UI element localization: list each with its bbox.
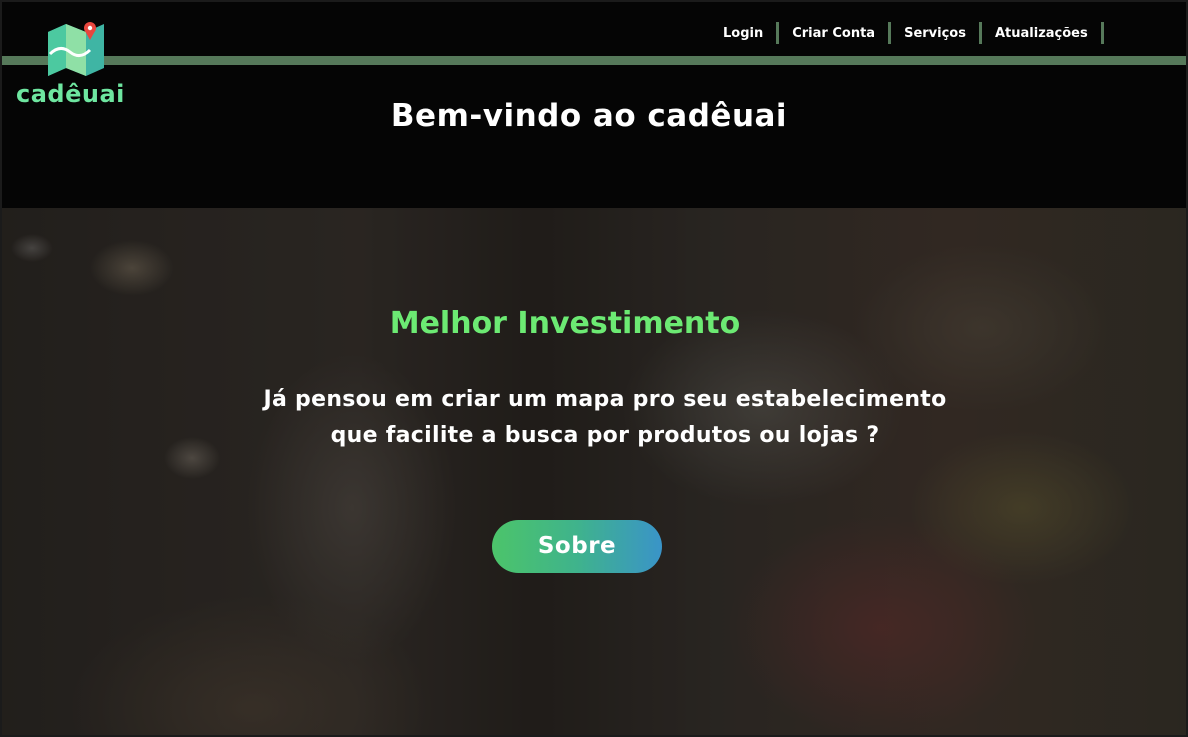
sobre-button[interactable]: Sobre	[492, 520, 662, 573]
hero-overlay	[2, 208, 1186, 735]
page: cadêuai Login Criar Conta Serviços Atual…	[0, 0, 1188, 737]
hero-description-line: que facilite a busca por produtos ou loj…	[330, 423, 880, 448]
top-nav: Login Criar Conta Serviços Atualizações	[710, 21, 1104, 45]
hero-description-line: Já pensou em criar um mapa pro seu estab…	[263, 387, 947, 412]
hero-title: Melhor Investimento	[389, 306, 741, 341]
nav-atualizacoes[interactable]: Atualizações	[982, 21, 1101, 45]
hero-description: Já pensou em criar um mapa pro seu estab…	[202, 382, 1008, 454]
map-pin-icon	[48, 22, 104, 76]
header: cadêuai Login Criar Conta Serviços Atual…	[2, 2, 1186, 208]
welcome-heading: Bem-vindo ao cadêuai	[390, 98, 788, 134]
logo[interactable]: cadêuai	[16, 18, 136, 110]
header-accent-bar	[2, 56, 1186, 65]
nav-login[interactable]: Login	[710, 21, 776, 45]
nav-criar-conta[interactable]: Criar Conta	[779, 21, 888, 45]
nav-separator	[1100, 22, 1104, 44]
hero-section: Melhor Investimento Já pensou em criar u…	[2, 208, 1186, 735]
nav-servicos[interactable]: Serviços	[891, 21, 979, 45]
